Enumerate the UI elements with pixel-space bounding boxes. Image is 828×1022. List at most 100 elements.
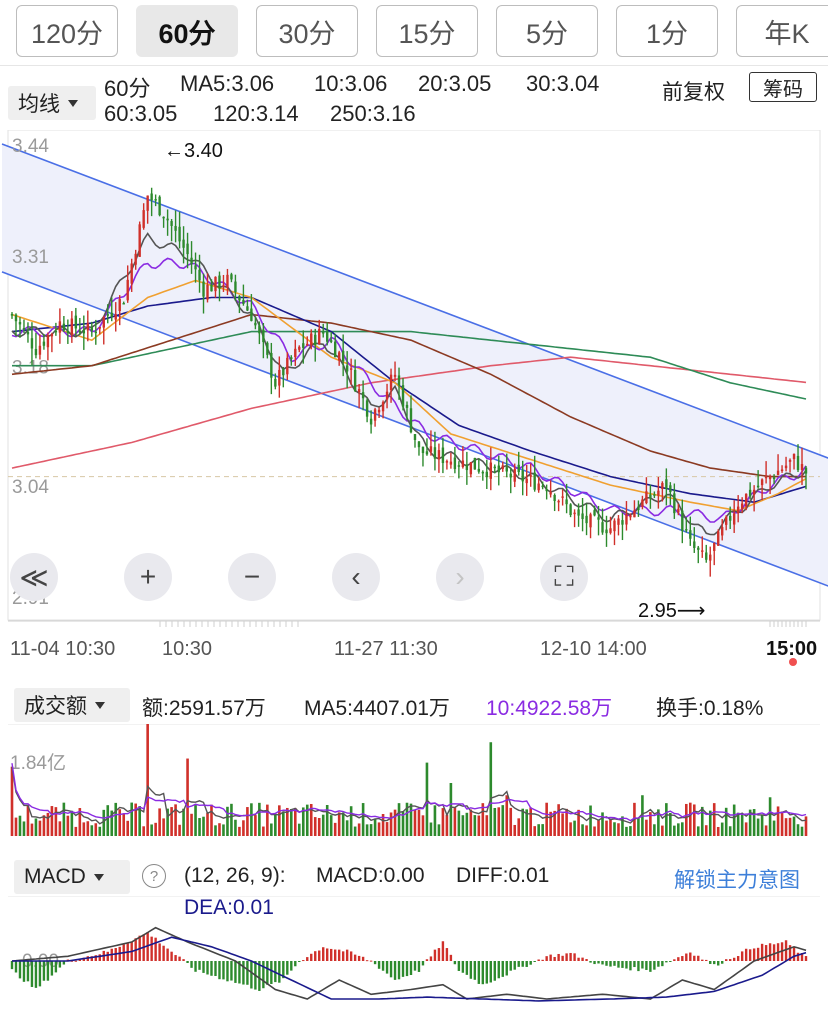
candle-body [246, 306, 249, 311]
volume-bar [796, 824, 800, 836]
candle-body [226, 274, 229, 288]
volume-bar [389, 812, 393, 836]
volume-bar [106, 805, 110, 836]
tab-period-3[interactable]: 15分 [376, 5, 478, 57]
macd-hist-bar [748, 949, 752, 961]
volume-bar [178, 824, 181, 836]
zoom-out-icon[interactable]: − [228, 553, 276, 601]
volume-bar [150, 824, 153, 836]
candle-body [329, 340, 333, 342]
volume-bar [214, 825, 217, 836]
volume-type-select[interactable]: 成交额 [14, 688, 130, 722]
indicator-label: MACD [24, 865, 86, 888]
macd-hist-bar [377, 961, 381, 969]
volume-bar [122, 813, 126, 836]
macd-hist-bar [150, 936, 153, 961]
candle-body [601, 522, 604, 533]
volume-bar [477, 815, 481, 836]
zoom-in-icon[interactable]: + [124, 553, 172, 601]
volume-bar [629, 826, 632, 836]
macd-hist-bar [230, 961, 233, 981]
macd-hist-bar [493, 961, 496, 981]
macd-hist-bar [461, 961, 465, 973]
candle-body [788, 459, 792, 462]
tab-period-4[interactable]: 5分 [496, 5, 598, 57]
candle-body [529, 475, 532, 477]
volume-bar [186, 758, 189, 836]
volume-bar [266, 804, 269, 836]
macd-hist-bar [42, 961, 46, 981]
tab-period-2[interactable]: 30分 [256, 5, 358, 57]
macd-hist-bar [214, 961, 217, 977]
next-icon[interactable]: › [436, 553, 484, 601]
tab-period-5[interactable]: 1分 [616, 5, 718, 57]
volume-bar [297, 823, 301, 836]
macd-hist-bar [50, 961, 54, 976]
tab-period-0[interactable]: 120分 [16, 5, 118, 57]
help-icon[interactable]: ? [142, 864, 166, 888]
candle-body [732, 513, 736, 525]
macd-hist-bar [645, 961, 648, 970]
candle-body [10, 314, 14, 316]
unlock-link[interactable]: 解锁主力意图 [674, 864, 800, 894]
macd-hist-bar [210, 961, 213, 976]
macd-hist-bar [345, 949, 349, 961]
macd-hist-bar [278, 961, 281, 983]
volume-bar [653, 824, 656, 836]
macd-hist-bar [425, 959, 429, 961]
chips-button[interactable]: 筹码 [749, 72, 817, 102]
macd-chart[interactable]: 0.00DEA:0.01 [0, 896, 828, 1022]
volume-bar [42, 815, 46, 836]
volume-bar [545, 802, 548, 836]
fullscreen-icon[interactable]: ⛶ [540, 553, 588, 601]
candle-body [401, 385, 405, 407]
tab-period-1[interactable]: 60分 [136, 5, 238, 57]
macd-hist-bar [405, 961, 409, 977]
candle-body [90, 327, 93, 331]
price-chart[interactable]: 3.443.313.183.042.91←3.402.95⟶11-04 10:3… [0, 130, 828, 678]
macd-hist-bar [166, 948, 169, 961]
candle-body [677, 508, 680, 513]
macd-hist-bar [768, 943, 772, 961]
volume-bar [46, 812, 50, 836]
macd-hist-bar [30, 961, 34, 987]
candle-body [18, 321, 22, 325]
macd-hist-bar [457, 961, 461, 971]
volume-bar [369, 824, 373, 836]
tab-period-6[interactable]: 年K [736, 5, 828, 57]
macd-hist-bar [693, 955, 696, 961]
macd-hist-bar [54, 961, 58, 973]
volume-chart[interactable]: 1.84亿 [0, 724, 828, 848]
low-annotation: 2.95⟶ [638, 600, 706, 622]
candle-body [533, 472, 536, 490]
ma-type-select[interactable]: 均线 [8, 86, 96, 120]
volume-bar [561, 813, 564, 836]
rewind-icon[interactable]: ≪ [10, 553, 58, 601]
candle-body [361, 392, 365, 399]
volume-bar [772, 820, 776, 836]
macd-hist-bar [545, 956, 548, 961]
macd-hist-bar [318, 950, 321, 961]
macd-hist-bar [190, 961, 193, 968]
macd-hist-bar [661, 961, 664, 967]
volume-bar [274, 814, 277, 836]
candle-body [772, 477, 776, 480]
macd-hist-bar [34, 961, 38, 988]
prev-icon[interactable]: ‹ [332, 553, 380, 601]
volume-bar [605, 820, 608, 836]
candle-body [310, 333, 313, 346]
volume-bar [720, 822, 724, 836]
candle-body [553, 495, 556, 501]
volume-bar [94, 823, 98, 836]
candle-body [709, 554, 712, 561]
volume-bar [289, 809, 293, 836]
candle-body [142, 210, 145, 228]
adjust-mode-label[interactable]: 前复权 [662, 76, 725, 106]
indicator-select[interactable]: MACD [14, 860, 130, 894]
candle-body [521, 470, 524, 482]
candle-body [222, 285, 225, 287]
macd-hist-bar [721, 961, 724, 964]
candle-body [22, 328, 26, 330]
macd-hist-bar [681, 956, 684, 961]
volume-bar [728, 826, 732, 836]
